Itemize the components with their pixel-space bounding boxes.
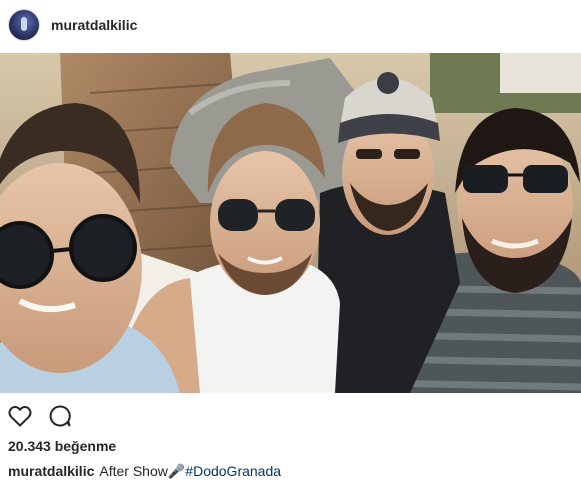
like-button[interactable] (6, 404, 34, 432)
post-photo[interactable] (0, 53, 581, 393)
comment-bubble-icon (48, 404, 72, 433)
post-caption: muratdalkilic After Show🎤#DodoGranada (8, 463, 281, 480)
hashtag-link[interactable]: #DodoGranada (185, 463, 281, 479)
likes-count[interactable]: 20.343 beğenme (8, 438, 116, 454)
comment-button[interactable] (46, 404, 74, 432)
heart-outline-icon (8, 405, 32, 432)
post-actions (6, 404, 86, 432)
caption-text: After Show (99, 463, 168, 479)
caption-username[interactable]: muratdalkilic (8, 463, 94, 479)
avatar[interactable] (8, 9, 40, 41)
post-header: muratdalkilic (0, 0, 581, 50)
header-username[interactable]: muratdalkilic (51, 17, 137, 33)
microphone-emoji: 🎤 (167, 463, 186, 479)
